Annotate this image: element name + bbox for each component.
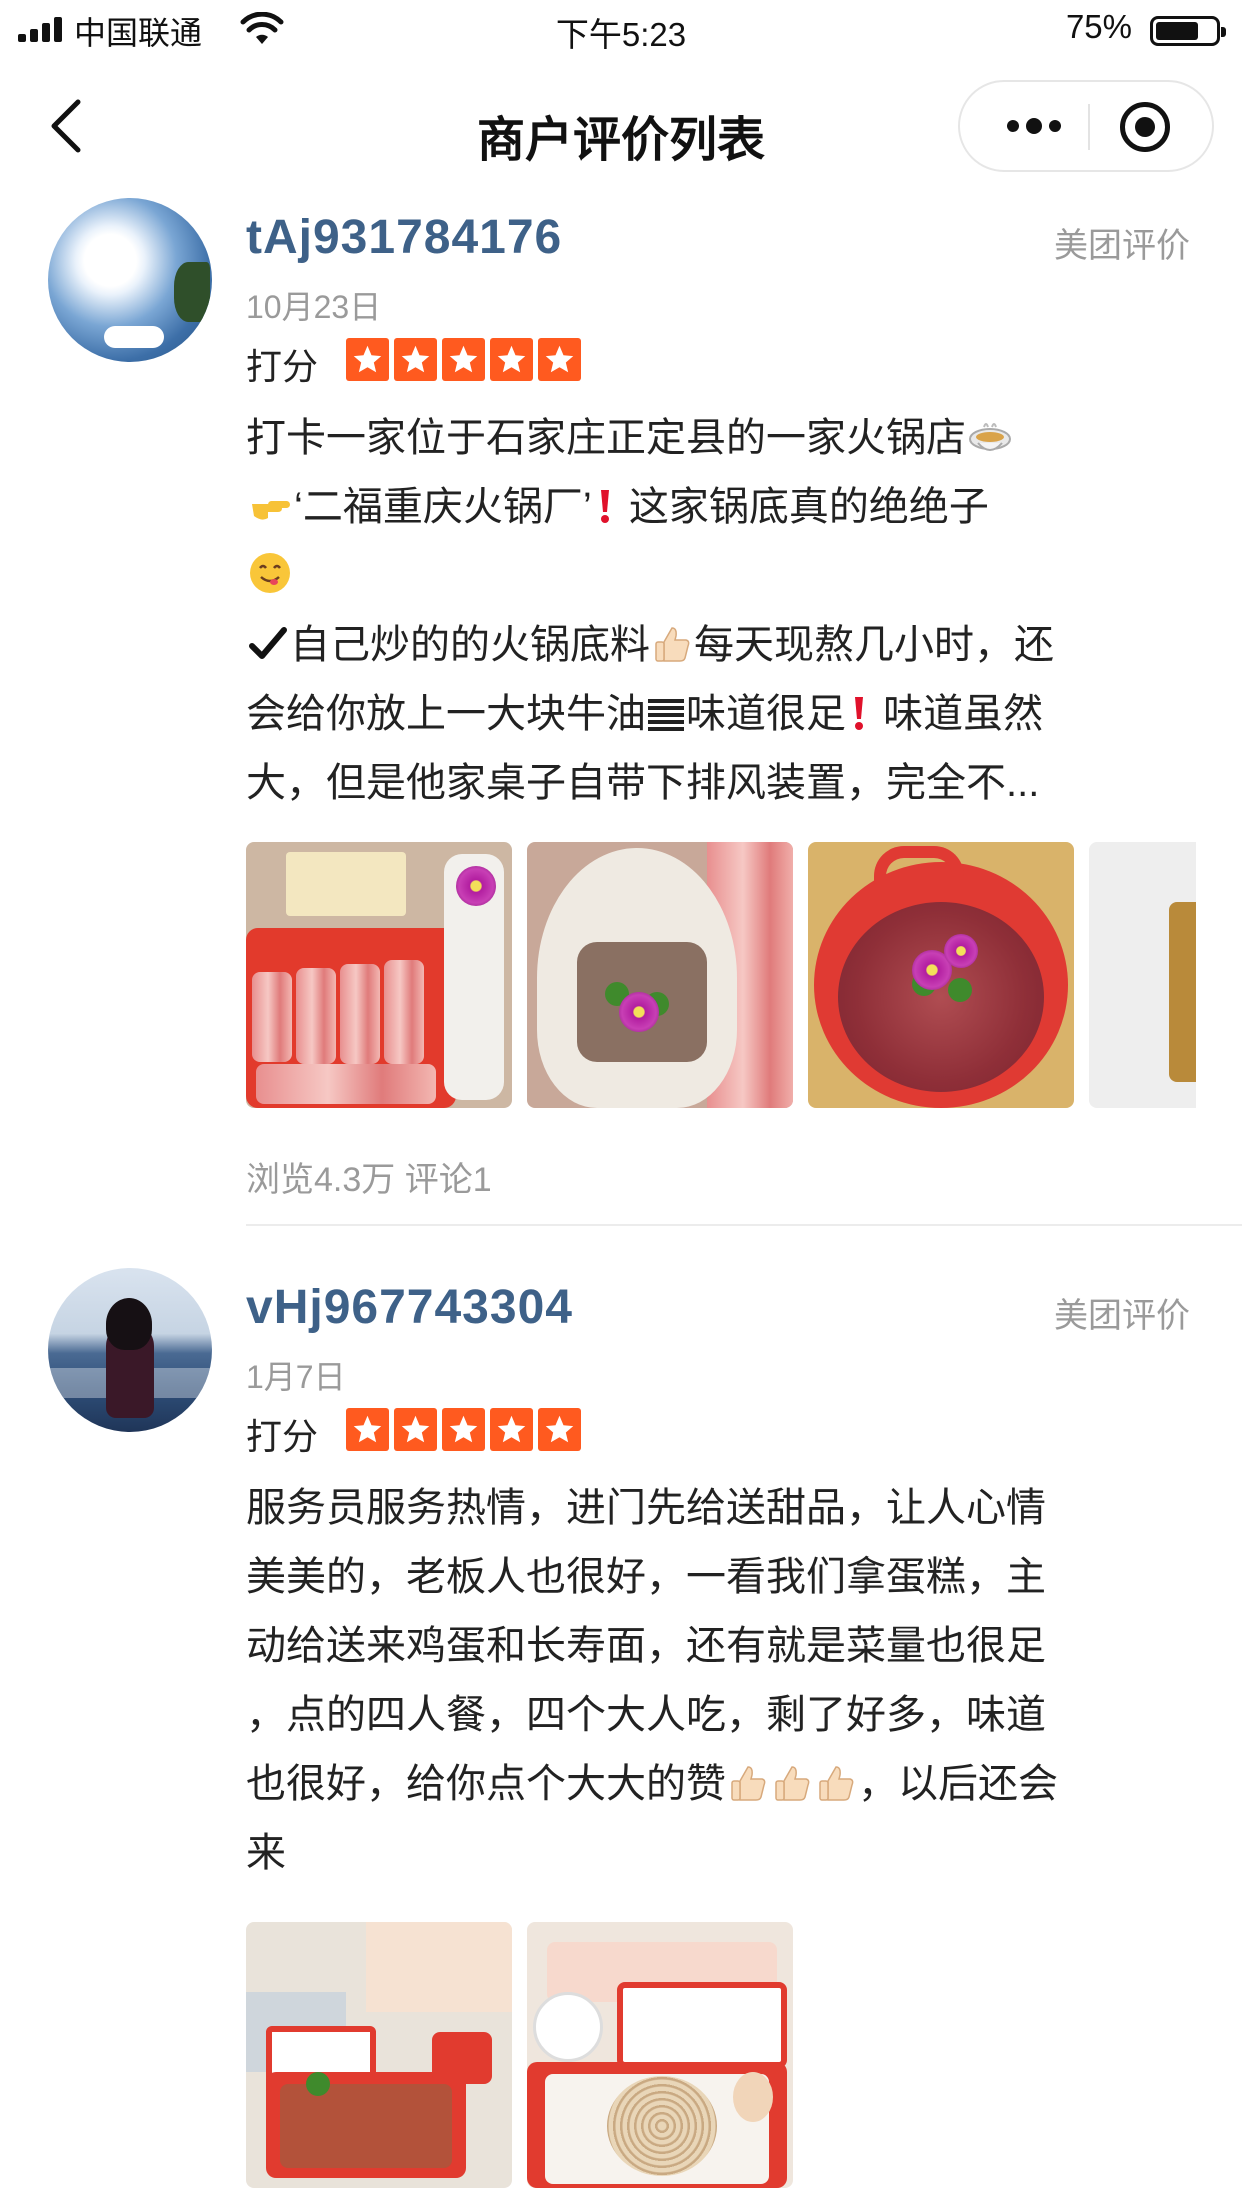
star-icon: [490, 1408, 533, 1451]
thumbs-up-emoji-icon: [819, 1766, 854, 1801]
review-card[interactable]: tAj931784176 美团评价 10月23日 打分 打卡一家位于石家庄正定县…: [0, 192, 1242, 1222]
reviewer-username[interactable]: vHj967743304: [246, 1280, 573, 1335]
review-photo-strip[interactable]: [246, 842, 1196, 1108]
divider: [246, 1224, 1242, 1226]
review-photo[interactable]: [527, 1922, 793, 2188]
review-source: 美团评价: [1054, 227, 1190, 265]
capsule-divider: [1088, 104, 1090, 150]
battery-icon: [1150, 16, 1226, 46]
review-source: 美团评价: [1054, 1297, 1190, 1335]
more-dots-icon[interactable]: [982, 82, 1086, 170]
review-photo[interactable]: [246, 842, 512, 1108]
star-icon: [538, 338, 581, 381]
navigation-bar: 商户评价列表: [0, 62, 1242, 192]
review-photo-strip[interactable]: [246, 1922, 1196, 2188]
star-icon: [346, 338, 389, 381]
star-icon: [490, 338, 533, 381]
status-time: 下午5:23: [555, 16, 687, 53]
review-text[interactable]: 打卡一家位于石家庄正定县的一家火锅店 ‘二福重庆火锅厂’ 这家锅底真的绝绝子 自…: [246, 404, 1206, 818]
review-photo[interactable]: [527, 842, 793, 1108]
review-date: 1月7日: [246, 1359, 346, 1395]
star-icon: [346, 1408, 389, 1451]
thumbs-up-emoji-icon: [731, 1766, 766, 1801]
star-icon: [442, 1408, 485, 1451]
noodle-bowl-emoji-icon: [969, 423, 1011, 451]
review-date: 10月23日: [246, 289, 382, 325]
star-icon: [394, 1408, 437, 1451]
target-circle-icon[interactable]: [1120, 102, 1170, 152]
review-text[interactable]: 服务员服务热情，进门先给送甜品，让人心情 美美的，老板人也很好，一看我们拿蛋糕，…: [246, 1474, 1206, 1888]
battery-percent: 75%: [1065, 8, 1132, 45]
butter-block-icon: [648, 699, 684, 731]
review-stats: 浏览4.3万 评论1: [246, 1161, 492, 1199]
score-label: 打分: [246, 346, 319, 387]
checkmark-icon: [249, 627, 287, 659]
review-photo[interactable]: [1089, 842, 1196, 1108]
yum-face-emoji-icon: [250, 553, 290, 593]
review-card[interactable]: vHj967743304 美团评价 1月7日 打分 服务员服务热情，进门先给送甜…: [0, 1262, 1242, 2208]
thumbs-up-emoji-icon: [655, 627, 690, 662]
score-label: 打分: [246, 1416, 319, 1457]
star-rating: [346, 338, 581, 381]
thumbs-up-emoji-icon: [775, 1766, 810, 1801]
status-bar: 中国联通 下午5:23 75%: [0, 0, 1242, 62]
miniprogram-capsule: [958, 80, 1214, 172]
reviewer-username[interactable]: tAj931784176: [246, 210, 562, 265]
star-icon: [442, 338, 485, 381]
avatar[interactable]: [48, 1268, 212, 1432]
exclamation-emoji-icon: [600, 490, 609, 523]
avatar[interactable]: [48, 198, 212, 362]
star-rating: [346, 1408, 581, 1451]
review-photo[interactable]: [808, 842, 1074, 1108]
pointing-hand-emoji-icon: [252, 501, 290, 520]
star-icon: [538, 1408, 581, 1451]
exclamation-emoji-icon: [855, 697, 863, 730]
review-photo[interactable]: [246, 1922, 512, 2188]
star-icon: [394, 338, 437, 381]
